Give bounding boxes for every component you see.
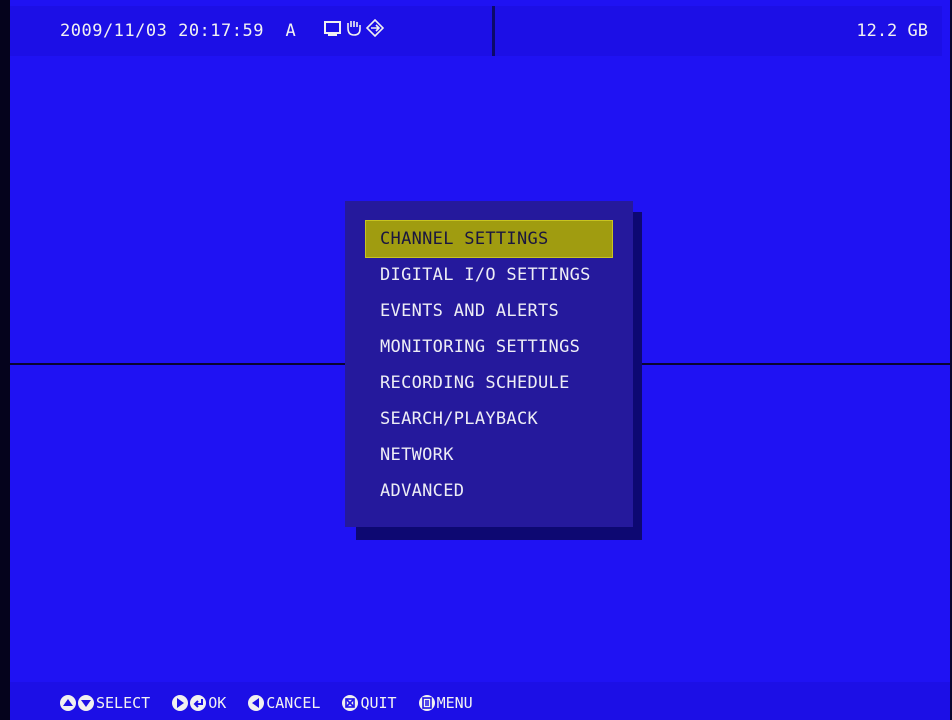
status-divider: [492, 6, 495, 56]
menu-list: CHANNEL SETTINGS DIGITAL I/O SETTINGS EV…: [365, 220, 613, 509]
menu-item-channel-settings[interactable]: CHANNEL SETTINGS: [365, 220, 613, 258]
menu-item-search-playback[interactable]: SEARCH/PLAYBACK: [366, 401, 612, 437]
enter-icon: [190, 695, 207, 711]
menu-item-recording-schedule[interactable]: RECORDING SCHEDULE: [366, 365, 612, 401]
help-quit: QUIT: [342, 694, 397, 712]
dvr-screen: 2009/11/03 20:17:59 A 12.2 GB CHANNEL SE…: [0, 0, 952, 720]
help-quit-label: QUIT: [360, 694, 397, 712]
menu-item-network[interactable]: NETWORK: [366, 437, 612, 473]
left-arrow-icon: [248, 695, 265, 711]
left-border: [0, 0, 10, 720]
quit-icon: [342, 695, 359, 711]
help-ok-label: OK: [208, 694, 227, 712]
menu-item-events-and-alerts[interactable]: EVENTS AND ALERTS: [366, 293, 612, 329]
right-arrow-icon: [172, 695, 189, 711]
menu-item-digital-io-settings[interactable]: DIGITAL I/O SETTINGS: [366, 257, 612, 293]
main-menu: CHANNEL SETTINGS DIGITAL I/O SETTINGS EV…: [345, 201, 633, 527]
datetime-display: 2009/11/03 20:17:59 A: [60, 21, 296, 41]
status-bar: 2009/11/03 20:17:59 A 12.2 GB: [10, 6, 942, 56]
menu-icon: [418, 695, 435, 711]
help-ok: OK: [172, 694, 226, 712]
mode-indicator: A: [285, 21, 297, 41]
monitor-icon: [324, 20, 342, 42]
menu-item-monitoring-settings[interactable]: MONITORING SETTINGS: [366, 329, 612, 365]
help-menu: MENU: [418, 694, 473, 712]
help-cancel-label: CANCEL: [266, 694, 321, 712]
disk-free-space: 12.2 GB: [856, 21, 928, 41]
help-cancel: CANCEL: [248, 694, 320, 712]
datetime-text: 2009/11/03 20:17:59: [60, 21, 264, 41]
status-icons: [324, 18, 385, 43]
help-bar: SELECT OK CANCEL QUIT MENU: [10, 682, 950, 720]
network-icon: [365, 18, 385, 43]
menu-item-advanced[interactable]: ADVANCED: [366, 473, 612, 509]
help-select: SELECT: [60, 694, 150, 712]
help-select-label: SELECT: [96, 694, 151, 712]
hand-icon: [345, 19, 363, 43]
help-menu-label: MENU: [436, 694, 473, 712]
down-arrow-icon: [78, 695, 94, 711]
up-arrow-icon: [60, 695, 76, 711]
